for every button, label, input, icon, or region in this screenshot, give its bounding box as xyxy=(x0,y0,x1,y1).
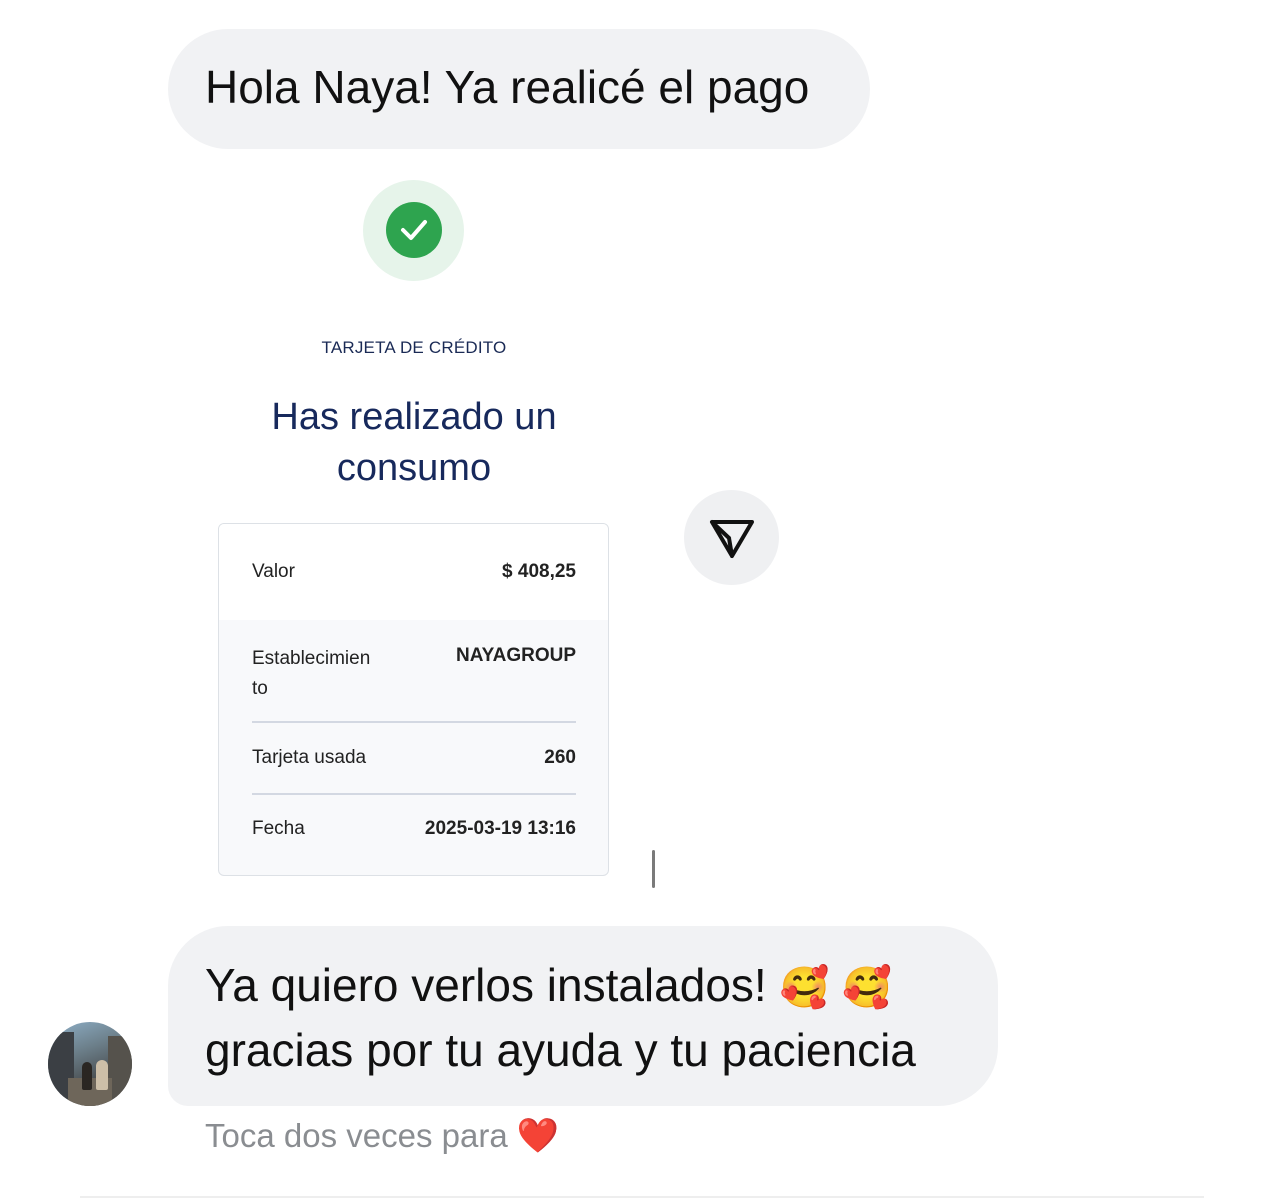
send-icon xyxy=(710,520,754,558)
divider xyxy=(252,721,576,723)
row-value: $ 408,25 xyxy=(502,561,576,582)
message-bubble-sent[interactable]: Hola Naya! Ya realicé el pago xyxy=(168,29,870,149)
row-label: Valor xyxy=(252,561,295,582)
message-bubble-received[interactable]: Ya quiero verlos instalados! 🥰 🥰 gracias… xyxy=(168,926,998,1106)
double-tap-hint: Toca dos veces para ❤️ xyxy=(205,1116,560,1156)
message-text-line1: Ya quiero verlos instalados! 🥰 🥰 xyxy=(205,959,892,1011)
row-label: Tarjeta usada xyxy=(252,747,367,768)
receipt-card[interactable]: Valor $ 408,25 Establecimien to NAYAGROU… xyxy=(218,523,609,876)
check-icon xyxy=(386,202,442,258)
message-text: Hola Naya! Ya realicé el pago xyxy=(205,61,810,113)
row-label: Fecha xyxy=(252,818,305,839)
card-type-label: TARJETA DE CRÉDITO xyxy=(321,338,507,357)
smiling-hearts-emoji: 🥰 🥰 xyxy=(779,965,892,1011)
payment-success-badge xyxy=(363,180,464,281)
row-value: 260 xyxy=(544,747,576,768)
divider xyxy=(80,1196,1204,1198)
row-value: NAYAGROUP xyxy=(455,645,576,666)
receipt-title: Has realizado un consumo xyxy=(271,396,557,489)
message-text-line2: gracias por tu ayuda y tu paciencia xyxy=(205,1024,916,1076)
scroll-indicator xyxy=(652,850,655,888)
row-value: 2025-03-19 13:16 xyxy=(424,818,576,839)
share-button[interactable] xyxy=(684,490,779,585)
avatar[interactable] xyxy=(48,1022,132,1106)
divider xyxy=(252,793,576,795)
row-label: Establecimien to xyxy=(252,648,371,699)
receipt-row-valor: Valor $ 408,25 xyxy=(219,524,608,620)
heart-icon: ❤️ xyxy=(516,1116,560,1156)
